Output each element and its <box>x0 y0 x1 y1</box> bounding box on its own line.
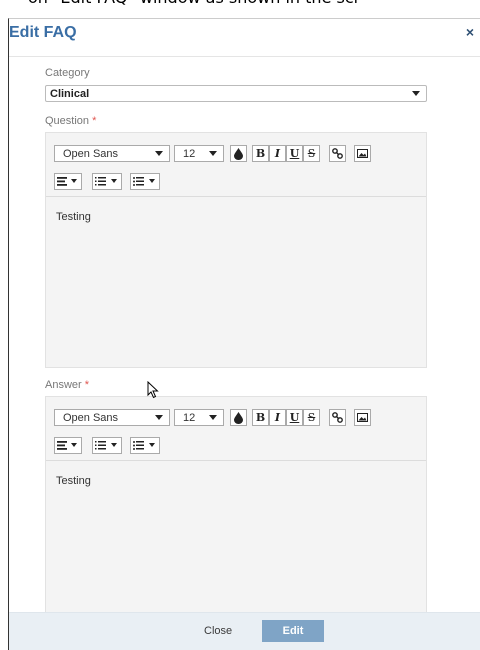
question-text-area[interactable]: Testing <box>46 197 426 367</box>
font-family-dropdown[interactable]: Open Sans <box>54 409 170 426</box>
align-dropdown[interactable] <box>54 437 82 454</box>
unordered-list-dropdown[interactable] <box>130 437 160 454</box>
unordered-list-dropdown[interactable] <box>130 173 160 190</box>
italic-button[interactable]: I <box>269 409 286 426</box>
category-select-value: Clinical <box>50 88 90 100</box>
font-size-dropdown[interactable]: 12 <box>174 409 224 426</box>
italic-button[interactable]: I <box>269 145 286 162</box>
strikethrough-button[interactable]: S <box>303 145 320 162</box>
strikethrough-button[interactable]: S <box>303 409 320 426</box>
close-button[interactable]: Close <box>204 625 232 637</box>
link-icon[interactable] <box>329 409 346 426</box>
mouse-cursor-icon <box>147 381 159 399</box>
chevron-down-icon <box>412 91 420 96</box>
ordered-list-dropdown[interactable] <box>92 437 122 454</box>
question-label: Question * <box>45 115 97 127</box>
text-color-icon[interactable] <box>230 145 247 162</box>
question-text: Testing <box>56 211 91 223</box>
font-family-dropdown[interactable]: Open Sans <box>54 145 170 162</box>
image-icon[interactable] <box>354 409 371 426</box>
underline-button[interactable]: U <box>286 409 303 426</box>
ordered-list-dropdown[interactable] <box>92 173 122 190</box>
category-label: Category <box>45 67 90 79</box>
text-color-icon[interactable] <box>230 409 247 426</box>
question-toolbar: Open Sans 12 B I U S <box>46 133 426 197</box>
image-icon[interactable] <box>354 145 371 162</box>
answer-toolbar: Open Sans 12 B I U S <box>46 397 426 461</box>
background-document-text: on "Edit FAQ" window as shown in the scr <box>0 0 480 8</box>
link-icon[interactable] <box>329 145 346 162</box>
answer-editor: Open Sans 12 B I U S Testing <box>45 396 427 617</box>
answer-label: Answer * <box>45 379 90 391</box>
bold-button[interactable]: B <box>252 409 269 426</box>
font-size-dropdown[interactable]: 12 <box>174 145 224 162</box>
question-editor: Open Sans 12 B I U S Testing <box>45 132 427 368</box>
edit-faq-modal: Edit FAQ × Category Clinical Question * … <box>8 18 480 650</box>
bold-button[interactable]: B <box>252 145 269 162</box>
align-dropdown[interactable] <box>54 173 82 190</box>
close-icon[interactable]: × <box>466 24 474 40</box>
modal-title: Edit FAQ <box>9 24 77 41</box>
answer-text: Testing <box>56 475 91 487</box>
answer-text-area[interactable]: Testing <box>46 461 426 617</box>
modal-footer: Close Edit <box>9 612 480 650</box>
modal-header: Edit FAQ × <box>9 19 480 57</box>
edit-button[interactable]: Edit <box>262 620 324 642</box>
category-select[interactable]: Clinical <box>45 85 427 102</box>
underline-button[interactable]: U <box>286 145 303 162</box>
